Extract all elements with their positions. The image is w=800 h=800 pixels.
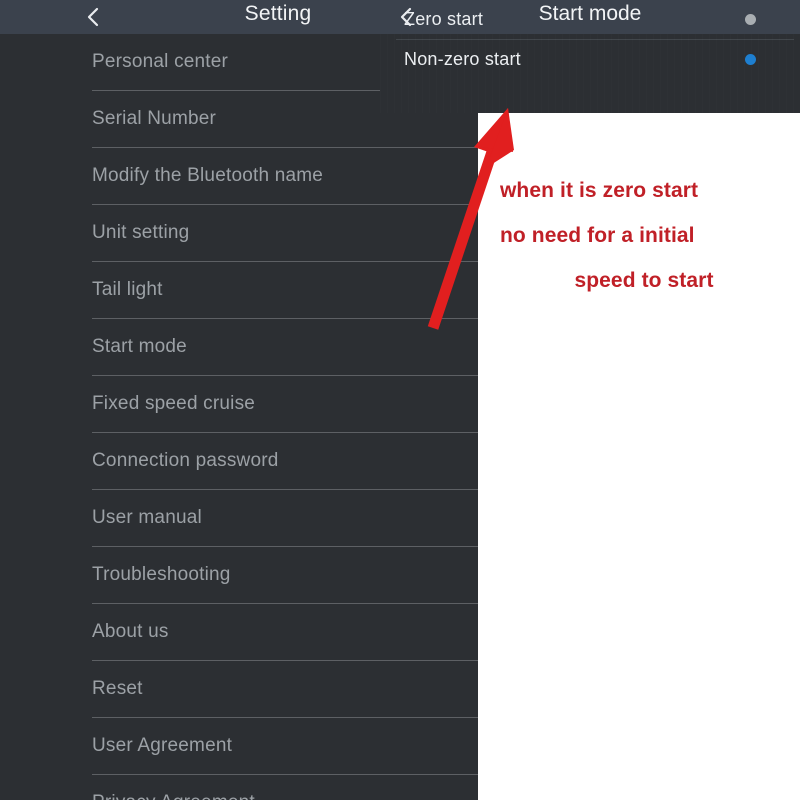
start-mode-option-label: Zero start — [404, 9, 484, 29]
annotation-line-2: no need for a initial — [500, 224, 695, 247]
start-mode-panel: Start mode Zero start Non-zero start — [380, 0, 800, 113]
row-label: Modify the Bluetooth name — [92, 165, 324, 186]
row-label: Personal center — [92, 51, 229, 72]
row-label: User manual — [92, 507, 202, 528]
screenshot-root: Setting Personal center Serial Number e1… — [0, 0, 800, 800]
row-label: Privacy Agreement — [92, 792, 255, 800]
annotation-line-1: when it is zero start — [500, 179, 699, 202]
row-label: Troubleshooting — [92, 564, 231, 585]
row-label: Serial Number — [92, 108, 217, 129]
row-label: Tail light — [92, 279, 163, 300]
row-label: Start mode — [92, 336, 187, 357]
annotation-text-block: when it is zero start no need for a init… — [478, 168, 800, 303]
annotation-note-panel: when it is zero start no need for a init… — [478, 113, 800, 800]
start-mode-option-label: Non-zero start — [404, 49, 521, 69]
row-label: About us — [92, 621, 169, 642]
start-mode-option-non-zero-start[interactable]: Non-zero start — [404, 40, 776, 79]
row-label: Unit setting — [92, 222, 190, 243]
row-label: Connection password — [92, 450, 279, 471]
row-label: Reset — [92, 678, 143, 699]
radio-dot-unselected-icon[interactable] — [745, 14, 756, 25]
radio-dot-selected-icon[interactable] — [745, 54, 756, 65]
annotation-line-3: speed to start — [574, 269, 714, 292]
row-label: User Agreement — [92, 735, 233, 756]
start-mode-option-zero-start[interactable]: Zero start — [404, 0, 776, 39]
row-label: Fixed speed cruise — [92, 393, 256, 414]
